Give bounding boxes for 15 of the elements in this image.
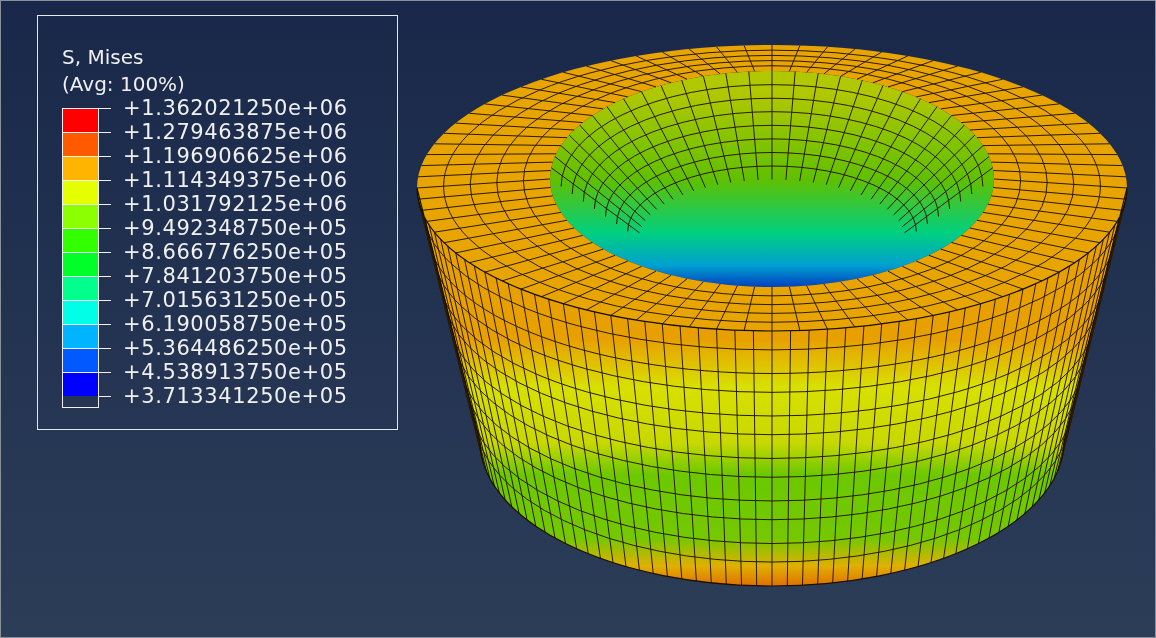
legend-value: +1.362021250e+06 <box>123 96 348 120</box>
legend-value: +6.190058750e+05 <box>123 312 348 336</box>
legend-value: +1.279463875e+06 <box>123 120 348 144</box>
legend-value: +1.196906625e+06 <box>123 144 348 168</box>
legend-value: +1.114349375e+06 <box>123 168 348 192</box>
legend-value: +5.364486250e+05 <box>123 336 348 360</box>
legend-subtitle: (Avg: 100%) <box>62 71 185 98</box>
legend-value: +9.492348750e+05 <box>123 216 348 240</box>
legend-value: +8.666776250e+05 <box>123 240 348 264</box>
legend-value: +7.015631250e+05 <box>123 288 348 312</box>
legend-value: +3.713341250e+05 <box>123 384 348 408</box>
legend-value: +1.031792125e+06 <box>123 192 348 216</box>
legend-value: +7.841203750e+05 <box>123 264 348 288</box>
legend-value: +4.538913750e+05 <box>123 360 348 384</box>
legend-title: S, Mises <box>62 44 144 71</box>
